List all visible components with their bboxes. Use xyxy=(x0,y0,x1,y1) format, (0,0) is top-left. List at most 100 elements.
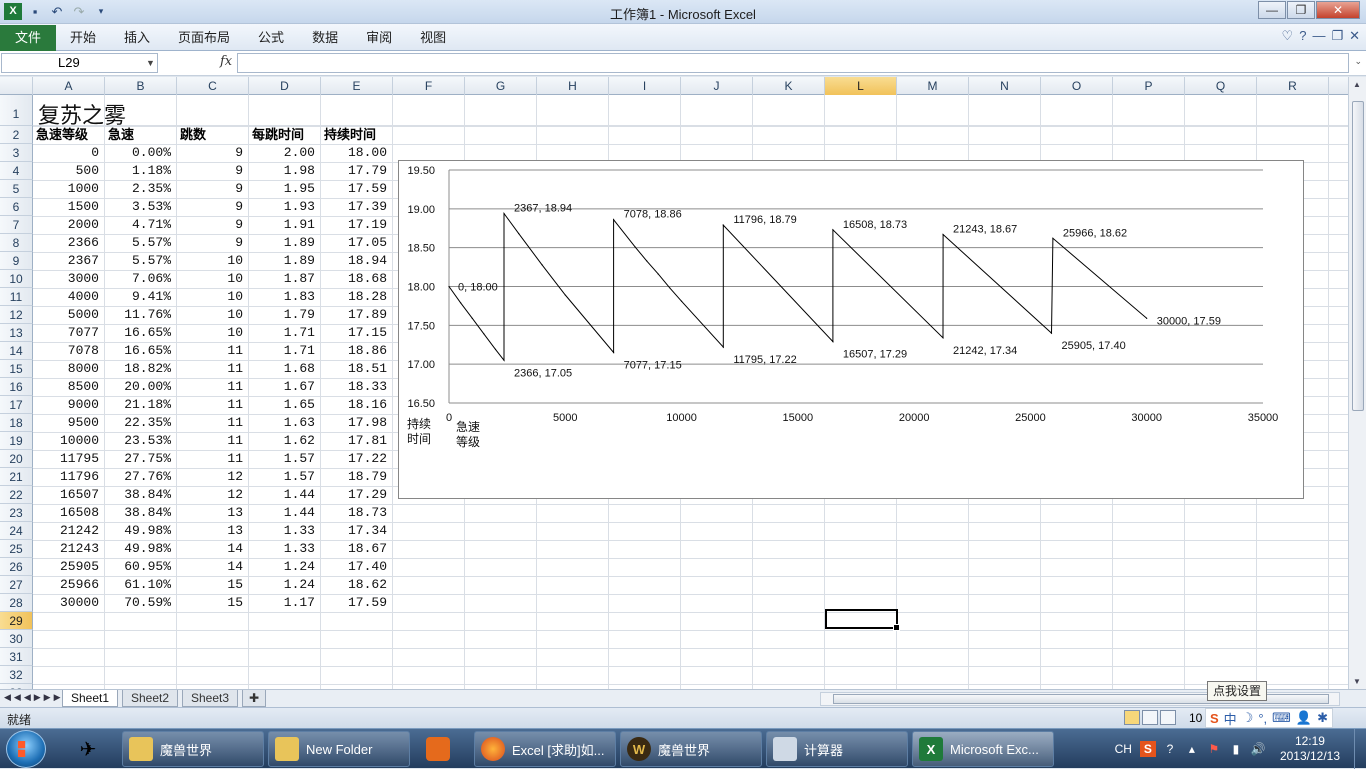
row-header-21[interactable]: 21 xyxy=(0,468,33,486)
close-button[interactable]: ✕ xyxy=(1316,1,1360,19)
table-cell[interactable]: 11 xyxy=(177,396,249,414)
table-cell[interactable]: 4.71% xyxy=(105,216,177,234)
table-cell[interactable]: 9 xyxy=(177,234,249,252)
table-cell[interactable]: 18.28 xyxy=(321,288,393,306)
column-header-a[interactable]: A xyxy=(33,77,105,95)
table-cell[interactable]: 11 xyxy=(177,360,249,378)
table-cell[interactable]: 5.57% xyxy=(105,252,177,270)
table-cell[interactable]: 1.44 xyxy=(249,504,321,522)
row-header-18[interactable]: 18 xyxy=(0,414,33,432)
row-header-26[interactable]: 26 xyxy=(0,558,33,576)
column-header-g[interactable]: G xyxy=(465,77,537,95)
row-header-22[interactable]: 22 xyxy=(0,486,33,504)
table-cell[interactable]: 11 xyxy=(177,378,249,396)
table-cell[interactable]: 2.00 xyxy=(249,144,321,162)
pinned-plane-icon[interactable]: ✈ xyxy=(64,732,112,766)
flag-icon[interactable]: ⚑ xyxy=(1206,741,1222,757)
table-cell[interactable]: 17.29 xyxy=(321,486,393,504)
table-cell[interactable]: 17.59 xyxy=(321,180,393,198)
row-header-13[interactable]: 13 xyxy=(0,324,33,342)
row-header-23[interactable]: 23 xyxy=(0,504,33,522)
table-cell[interactable]: 2366 xyxy=(33,234,105,252)
table-cell[interactable]: 18.82% xyxy=(105,360,177,378)
table-cell[interactable]: 1000 xyxy=(33,180,105,198)
table-cell[interactable]: 15 xyxy=(177,594,249,612)
table-cell[interactable]: 1.95 xyxy=(249,180,321,198)
header-cell[interactable]: 每跳时间 xyxy=(249,126,321,144)
table-cell[interactable]: 49.98% xyxy=(105,540,177,558)
table-cell[interactable]: 1.33 xyxy=(249,522,321,540)
table-cell[interactable]: 2.35% xyxy=(105,180,177,198)
sogou-logo-icon[interactable]: S xyxy=(1210,711,1219,726)
table-cell[interactable]: 1.57 xyxy=(249,450,321,468)
row-header-28[interactable]: 28 xyxy=(0,594,33,612)
table-cell[interactable]: 1.79 xyxy=(249,306,321,324)
row-header-15[interactable]: 15 xyxy=(0,360,33,378)
tab-insert[interactable]: 插入 xyxy=(110,24,164,51)
table-cell[interactable]: 11 xyxy=(177,450,249,468)
column-header-r[interactable]: R xyxy=(1257,77,1329,95)
table-cell[interactable]: 2000 xyxy=(33,216,105,234)
table-cell[interactable]: 27.76% xyxy=(105,468,177,486)
table-cell[interactable]: 20.00% xyxy=(105,378,177,396)
taskbar-item-firefox[interactable]: Excel [求助]如... xyxy=(474,731,616,767)
table-cell[interactable]: 21243 xyxy=(33,540,105,558)
table-cell[interactable]: 17.59 xyxy=(321,594,393,612)
header-cell[interactable]: 跳数 xyxy=(177,126,249,144)
row-header-27[interactable]: 27 xyxy=(0,576,33,594)
restore-button[interactable]: ❐ xyxy=(1287,1,1315,19)
table-cell[interactable]: 18.16 xyxy=(321,396,393,414)
help-icon[interactable]: ? xyxy=(1299,28,1306,44)
table-cell[interactable]: 25905 xyxy=(33,558,105,576)
table-cell[interactable]: 9 xyxy=(177,198,249,216)
zoom-level[interactable]: 10 xyxy=(1189,711,1202,725)
row-header-16[interactable]: 16 xyxy=(0,378,33,396)
sheet-tab-2[interactable]: Sheet2 xyxy=(122,690,179,707)
table-cell[interactable]: 1.18% xyxy=(105,162,177,180)
table-cell[interactable]: 1.98 xyxy=(249,162,321,180)
table-cell[interactable]: 9000 xyxy=(33,396,105,414)
normal-view-button[interactable] xyxy=(1124,710,1140,725)
table-cell[interactable]: 1.44 xyxy=(249,486,321,504)
row-header-12[interactable]: 12 xyxy=(0,306,33,324)
header-cell[interactable]: 急速等级 xyxy=(33,126,105,144)
tools-icon[interactable]: ✱ xyxy=(1317,710,1328,726)
sheet-tab-3[interactable]: Sheet3 xyxy=(182,690,239,707)
scroll-down-icon[interactable]: ▼ xyxy=(1353,677,1361,686)
tab-formulas[interactable]: 公式 xyxy=(244,24,298,51)
row-header-2[interactable]: 2 xyxy=(0,126,33,144)
column-header-o[interactable]: O xyxy=(1041,77,1113,95)
column-header-e[interactable]: E xyxy=(321,77,393,95)
column-header-h[interactable]: H xyxy=(537,77,609,95)
table-cell[interactable]: 11795 xyxy=(33,450,105,468)
row-header-29[interactable]: 29 xyxy=(0,612,33,630)
row-header-8[interactable]: 8 xyxy=(0,234,33,252)
table-cell[interactable]: 9 xyxy=(177,180,249,198)
table-cell[interactable]: 1.71 xyxy=(249,324,321,342)
tab-page-layout[interactable]: 页面布局 xyxy=(164,24,244,51)
active-cell-cursor[interactable] xyxy=(825,609,900,631)
table-cell[interactable]: 17.89 xyxy=(321,306,393,324)
table-cell[interactable]: 10 xyxy=(177,252,249,270)
page-break-view-button[interactable] xyxy=(1160,710,1176,725)
minimize-button[interactable]: — xyxy=(1258,1,1286,19)
table-cell[interactable]: 38.84% xyxy=(105,486,177,504)
table-cell[interactable]: 1.89 xyxy=(249,252,321,270)
table-cell[interactable]: 12 xyxy=(177,468,249,486)
table-cell[interactable]: 9.41% xyxy=(105,288,177,306)
table-cell[interactable]: 18.00 xyxy=(321,144,393,162)
table-cell[interactable]: 1.24 xyxy=(249,558,321,576)
row-header-30[interactable]: 30 xyxy=(0,630,33,648)
table-cell[interactable]: 1.63 xyxy=(249,414,321,432)
table-cell[interactable]: 14 xyxy=(177,558,249,576)
table-cell[interactable]: 18.67 xyxy=(321,540,393,558)
row-header-24[interactable]: 24 xyxy=(0,522,33,540)
vertical-scrollbar[interactable]: ▲ ▼ xyxy=(1348,77,1366,689)
header-cell[interactable]: 持续时间 xyxy=(321,126,393,144)
table-cell[interactable]: 1.83 xyxy=(249,288,321,306)
sheet-tab-1[interactable]: Sheet1 xyxy=(62,690,119,707)
column-header-p[interactable]: P xyxy=(1113,77,1185,95)
table-cell[interactable]: 17.40 xyxy=(321,558,393,576)
table-cell[interactable]: 18.73 xyxy=(321,504,393,522)
table-cell[interactable]: 11796 xyxy=(33,468,105,486)
